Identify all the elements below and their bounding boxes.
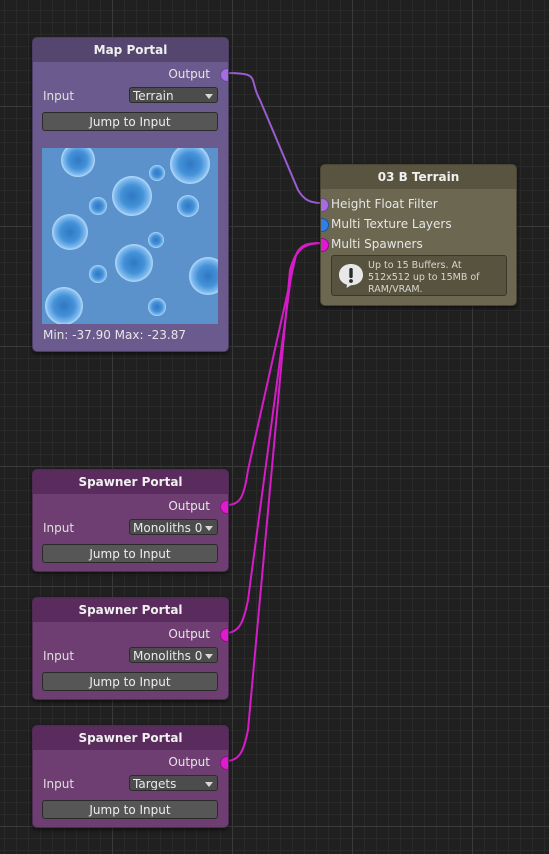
spawner-input-value: Monoliths 01 [133,521,203,535]
terrain-node[interactable]: 03 B Terrain Height Float Filter Multi T… [320,164,517,306]
spawner-input-value: Monoliths 02 [133,649,203,663]
map-preview-stats: Min: -37.90 Max: -23.87 [43,328,186,342]
spawner-port-icon[interactable] [321,238,329,252]
output-port-icon[interactable] [220,628,228,642]
input-texture-label: Multi Texture Layers [331,217,452,231]
spawner-input-value: Targets [133,777,177,791]
input-height-label: Height Float Filter [331,197,438,211]
spawner-portal-node[interactable]: Spawner Portal Output Input Monoliths 01… [32,469,229,572]
map-portal-input-label: Input [43,89,75,103]
spawner-portal-output[interactable]: Output [168,498,228,514]
buffer-warning-text: Up to 15 Buffers. At 512x512 up to 15MB … [368,260,480,295]
map-portal-title[interactable]: Map Portal [33,38,228,62]
wire-height [225,72,323,204]
spawner-input-label: Input [43,521,75,535]
jump-to-input-button[interactable]: Jump to Input [42,800,218,819]
chevron-down-icon [205,94,213,99]
chevron-down-icon [205,654,213,659]
spawner-portal-title[interactable]: Spawner Portal [33,726,228,750]
wire-spawner-1 [225,242,323,506]
chevron-down-icon [205,782,213,787]
input-multi-texture-layers[interactable]: Multi Texture Layers [321,216,452,232]
spawner-portal-title[interactable]: Spawner Portal [33,598,228,622]
spawner-output-label: Output [168,499,210,513]
warning-icon [339,264,363,288]
spawner-input-dropdown[interactable]: Monoliths 01 [129,519,218,535]
output-port-icon[interactable] [220,68,228,82]
spawner-portal-title[interactable]: Spawner Portal [33,470,228,494]
buffer-warning: Up to 15 Buffers. At 512x512 up to 15MB … [331,255,507,296]
input-multi-spawners[interactable]: Multi Spawners [321,236,423,252]
spawner-input-dropdown[interactable]: Monoliths 02 [129,647,218,663]
input-height-float-filter[interactable]: Height Float Filter [321,196,438,212]
map-portal-input-value: Terrain [133,89,174,103]
spawner-input-label: Input [43,777,75,791]
jump-to-input-button[interactable]: Jump to Input [42,112,218,131]
spawner-portal-node[interactable]: Spawner Portal Output Input Monoliths 02… [32,597,229,700]
output-port-icon[interactable] [220,500,228,514]
map-portal-node[interactable]: Map Portal Output Input Terrain Jump to … [32,37,229,352]
spawner-portal-output[interactable]: Output [168,754,228,770]
input-spawners-label: Multi Spawners [331,237,423,251]
map-portal-input-dropdown[interactable]: Terrain [129,87,218,103]
height-map-preview [42,148,218,324]
spawner-input-dropdown[interactable]: Targets [129,775,218,791]
height-port-icon[interactable] [321,198,329,212]
jump-to-input-button[interactable]: Jump to Input [42,544,218,563]
terrain-title[interactable]: 03 B Terrain [321,165,516,189]
spawner-portal-output[interactable]: Output [168,626,228,642]
wire-spawner-3 [225,242,323,762]
chevron-down-icon [205,526,213,531]
spawner-output-label: Output [168,627,210,641]
spawner-output-label: Output [168,755,210,769]
jump-to-input-button[interactable]: Jump to Input [42,672,218,691]
spawner-input-label: Input [43,649,75,663]
map-portal-output[interactable]: Output [168,66,228,82]
output-port-icon[interactable] [220,756,228,770]
spawner-portal-node[interactable]: Spawner Portal Output Input Targets Jump… [32,725,229,828]
map-portal-output-label: Output [168,67,210,81]
wire-spawner-2 [225,242,323,634]
texture-port-icon[interactable] [321,218,329,232]
